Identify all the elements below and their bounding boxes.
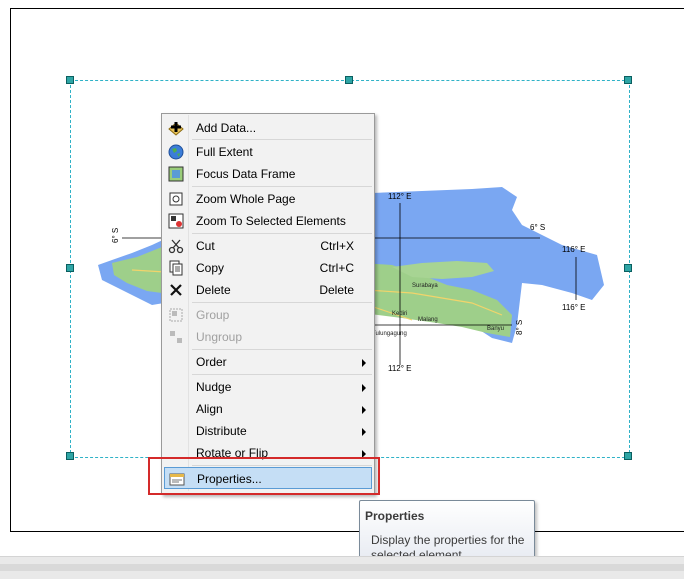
menu-item-shortcut: Delete <box>319 283 354 297</box>
horizontal-scrollbar[interactable] <box>0 556 684 579</box>
resize-handle-top-right[interactable] <box>624 76 632 84</box>
resize-handle-bottom-left[interactable] <box>66 452 74 460</box>
annotation-highlight-box <box>148 457 380 495</box>
menu-item-label: Delete <box>196 283 231 297</box>
menu-item-label: Full Extent <box>196 145 253 159</box>
context-menu: Add Data... Full Extent Focus Data Frame… <box>161 113 375 495</box>
delete-icon <box>170 284 182 296</box>
menu-item-nudge[interactable]: Nudge <box>164 376 372 398</box>
menu-item-add-data[interactable]: Add Data... <box>164 117 372 139</box>
menu-item-focus-data-frame[interactable]: Focus Data Frame <box>164 163 372 185</box>
menu-item-delete[interactable]: Delete Delete <box>164 279 372 301</box>
resize-handle-top-left[interactable] <box>66 76 74 84</box>
menu-item-label: Order <box>196 355 227 369</box>
focus-frame-icon <box>168 166 184 182</box>
zoom-page-icon <box>169 192 183 206</box>
menu-item-zoom-selected[interactable]: Zoom To Selected Elements <box>164 210 372 232</box>
menu-item-copy[interactable]: Copy Ctrl+C <box>164 257 372 279</box>
copy-icon <box>169 260 183 276</box>
resize-handle-top[interactable] <box>345 76 353 84</box>
resize-handle-right[interactable] <box>624 264 632 272</box>
ungroup-icon <box>170 331 182 343</box>
menu-item-label: Distribute <box>196 424 247 438</box>
tooltip-title: Properties <box>365 509 425 523</box>
menu-item-label: Focus Data Frame <box>196 167 296 181</box>
submenu-arrow-icon <box>362 406 366 414</box>
submenu-arrow-icon <box>362 359 366 367</box>
zoom-selected-icon <box>168 213 184 229</box>
menu-item-shortcut: Ctrl+C <box>319 261 354 275</box>
menu-item-zoom-whole-page[interactable]: Zoom Whole Page <box>164 188 372 210</box>
group-icon <box>169 308 183 322</box>
menu-item-group: Group <box>164 304 372 326</box>
scissors-icon <box>168 239 184 254</box>
menu-item-label: Ungroup <box>196 330 243 344</box>
menu-item-label: Nudge <box>196 380 232 394</box>
menu-item-full-extent[interactable]: Full Extent <box>164 141 372 163</box>
menu-item-cut[interactable]: Cut Ctrl+X <box>164 235 372 257</box>
menu-item-label: Add Data... <box>196 121 257 135</box>
menu-item-order[interactable]: Order <box>164 351 372 373</box>
menu-item-shortcut: Ctrl+X <box>320 239 354 253</box>
menu-item-label: Zoom To Selected Elements <box>196 214 346 228</box>
menu-item-label: Zoom Whole Page <box>196 192 296 206</box>
submenu-arrow-icon <box>362 384 366 392</box>
resize-handle-left[interactable] <box>66 264 74 272</box>
submenu-arrow-icon <box>362 428 366 436</box>
menu-item-ungroup: Ungroup <box>164 326 372 348</box>
menu-item-label: Align <box>196 402 223 416</box>
globe-icon <box>168 144 184 160</box>
add-data-icon <box>168 122 184 136</box>
menu-item-distribute[interactable]: Distribute <box>164 420 372 442</box>
menu-item-label: Cut <box>196 239 215 253</box>
menu-item-label: Copy <box>196 261 225 275</box>
resize-handle-bottom-right[interactable] <box>624 452 632 460</box>
menu-item-align[interactable]: Align <box>164 398 372 420</box>
menu-item-label: Group <box>196 308 230 322</box>
